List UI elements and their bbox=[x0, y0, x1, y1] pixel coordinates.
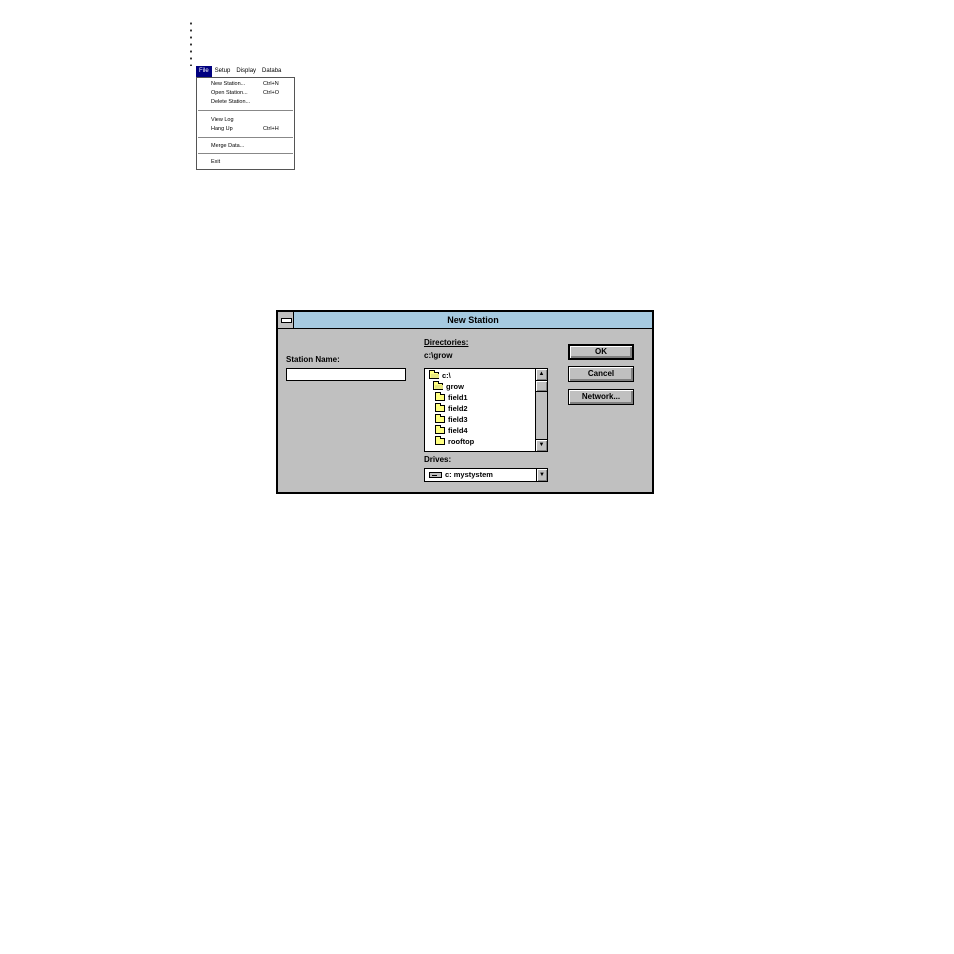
dropdown-arrow-icon[interactable]: ▼ bbox=[536, 469, 547, 481]
title-bar[interactable]: New Station bbox=[278, 312, 652, 329]
dotted-guide bbox=[190, 20, 192, 66]
scroll-up-arrow-icon[interactable]: ▲ bbox=[536, 369, 547, 381]
system-menu-icon[interactable] bbox=[278, 312, 294, 328]
cancel-button[interactable]: Cancel bbox=[568, 366, 634, 382]
scroll-thumb[interactable] bbox=[536, 381, 547, 392]
directories-label: Directories: bbox=[424, 338, 469, 347]
directory-scrollbar[interactable]: ▲ ▼ bbox=[535, 369, 547, 451]
menu-item-merge-data[interactable]: Merge Data... bbox=[211, 142, 291, 150]
list-item[interactable]: field3 bbox=[435, 414, 468, 425]
menu-item-delete-station[interactable]: Delete Station... bbox=[211, 98, 291, 106]
file-menu-fragment: File Setup Display Databa New Station...… bbox=[196, 65, 295, 170]
folder-icon bbox=[435, 425, 445, 434]
ok-button[interactable]: OK bbox=[568, 344, 634, 360]
menu-separator bbox=[198, 110, 293, 111]
menu-setup[interactable]: Setup bbox=[212, 66, 234, 77]
menu-separator bbox=[198, 153, 293, 154]
list-item[interactable]: rooftop bbox=[435, 436, 474, 447]
directory-list[interactable]: c:\ grow field1 field2 field3 field4 roo… bbox=[424, 368, 548, 452]
menu-database[interactable]: Databa bbox=[259, 66, 284, 77]
menu-item-view-log[interactable]: View Log bbox=[211, 116, 291, 124]
menu-display[interactable]: Display bbox=[233, 66, 259, 77]
list-item[interactable]: field2 bbox=[435, 403, 468, 414]
dialog-title: New Station bbox=[447, 315, 499, 325]
drives-label: Drives: bbox=[424, 455, 452, 464]
menu-file[interactable]: File bbox=[196, 65, 212, 77]
station-name-label: Station Name: bbox=[286, 355, 340, 364]
hard-drive-icon bbox=[429, 472, 442, 478]
folder-icon bbox=[435, 436, 445, 445]
drives-select[interactable]: c: mystystem ▼ bbox=[424, 468, 548, 482]
menu-item-exit[interactable]: Exit bbox=[211, 158, 291, 166]
menu-item-open-station[interactable]: Open Station... Ctrl+O bbox=[211, 89, 291, 97]
folder-open-icon bbox=[433, 381, 443, 390]
scroll-down-arrow-icon[interactable]: ▼ bbox=[536, 439, 547, 451]
folder-icon bbox=[435, 392, 445, 401]
folder-icon bbox=[435, 403, 445, 412]
folder-icon bbox=[435, 414, 445, 423]
menu-separator bbox=[198, 137, 293, 138]
list-item[interactable]: field1 bbox=[435, 392, 468, 403]
new-station-dialog: New Station Station Name: Directories: c… bbox=[276, 310, 654, 494]
drive-value: c: mystystem bbox=[445, 470, 493, 479]
network-button[interactable]: Network... bbox=[568, 389, 634, 405]
current-path: c:\grow bbox=[424, 351, 453, 360]
list-item[interactable]: c:\ bbox=[429, 370, 451, 381]
file-dropdown: New Station... Ctrl+N Open Station... Ctrl… bbox=[196, 77, 295, 170]
station-name-input[interactable] bbox=[286, 368, 406, 381]
menu-item-new-station[interactable]: New Station... Ctrl+N bbox=[211, 80, 291, 88]
dialog-body: New Station Station Name: Directories: c… bbox=[278, 312, 652, 492]
menu-item-hang-up[interactable]: Hang Up Ctrl+H bbox=[211, 125, 291, 133]
list-item[interactable]: grow bbox=[433, 381, 464, 392]
folder-open-icon bbox=[429, 370, 439, 379]
list-item[interactable]: field4 bbox=[435, 425, 468, 436]
